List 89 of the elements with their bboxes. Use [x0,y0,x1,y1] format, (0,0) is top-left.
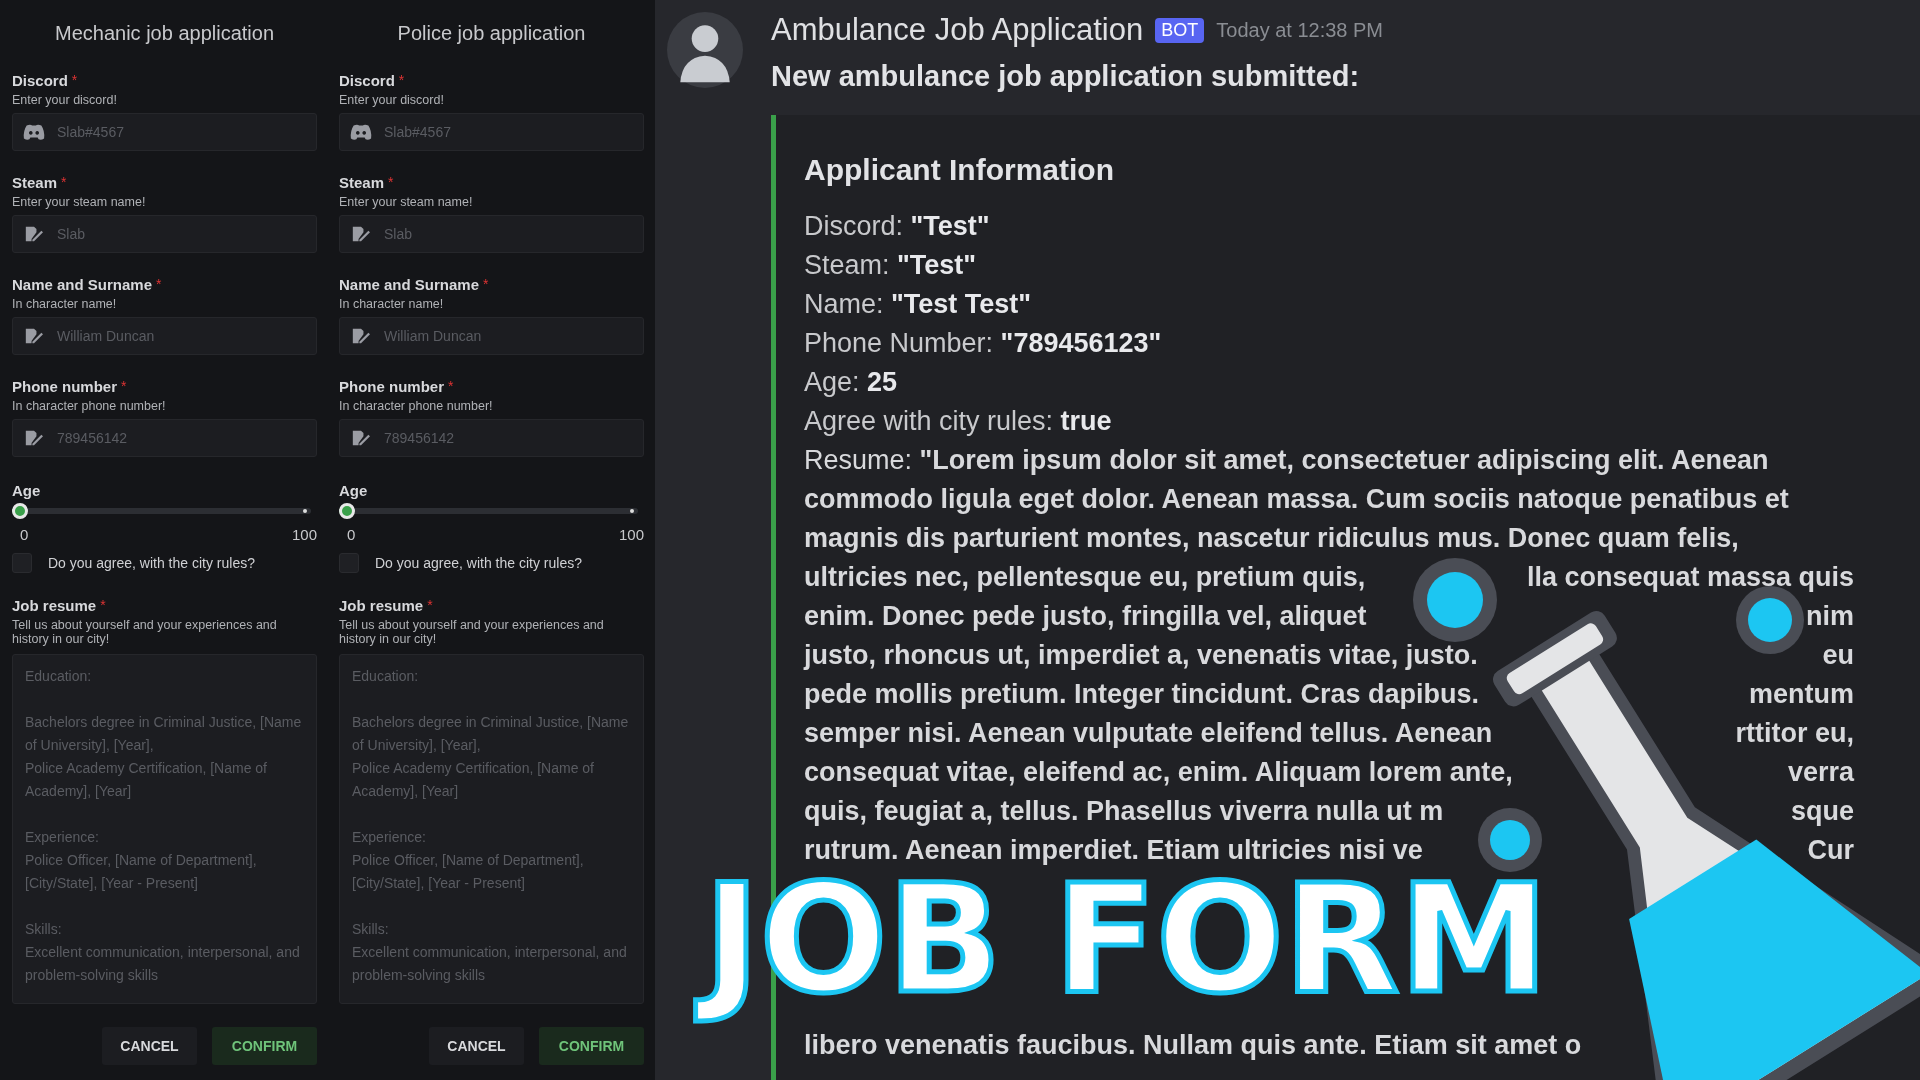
resume-text: rttitor eu, [1735,717,1854,750]
resume-text: verra [1787,756,1854,789]
age-slider[interactable] [12,503,311,519]
resume-text: lla consequat massa quis [1526,561,1854,594]
cancel-button[interactable]: CANCEL [102,1027,197,1065]
field-label: Name and Surname [12,276,153,293]
field-hint: Tell us about yourself and your experiences and history in our city! [339,618,605,646]
author-name: Ambulance Job Application [771,12,1144,48]
required-mark: * [121,378,127,395]
required-mark: * [100,597,106,614]
resume-text: Cur [1807,834,1854,867]
embed-field: Age: 25 [804,363,1920,402]
slider-label: Age [339,482,369,499]
resume-text: consequat vitae, eleifend ac, enim. Aliquam lorem ante, [804,756,1513,789]
embed-title: Applicant Information [804,153,1115,187]
field-hint: Enter your steam name! [339,195,474,209]
confirm-button[interactable]: CONFIRM [212,1027,317,1065]
cancel-button[interactable]: CANCEL [429,1027,524,1065]
form-title: Mechanic job application [54,21,275,46]
field-hint: In character phone number! [339,399,494,413]
resume-text: justo, rhoncus ut, imperdiet a, venenatis vitae, justo. [804,639,1478,672]
message-text: New ambulance job application submitted: [771,60,1361,93]
slider-thumb[interactable] [339,503,355,519]
resume-textarea[interactable]: Education: Bachelors degree in Criminal Justice, [Name of University], [Year], Police Academy Certification, [Name of Academy], [Year] Experience: Police Officer, [Name of Department], [City/State], [Year - Present] Skills: Excellent communication, interpersonal, and problem-solving skills [339,654,644,1004]
required-mark: * [61,174,67,191]
slider-label: Age [12,482,42,499]
field-hint: Enter your steam name! [12,195,147,209]
slider-thumb[interactable] [12,503,28,519]
field-label: Phone number [339,378,444,395]
embed-field: Phone Number: "789456123" [804,324,1920,363]
resume-text: pede mollis pretium. Integer tincidunt. Cras dapibus. [804,678,1480,711]
required-mark: * [71,72,78,89]
resume-text: commodo ligula eget dolor. Aenean massa. Cum sociis natoque penatibus et [804,483,1789,516]
required-mark: * [156,276,162,293]
field-label: Discord [339,72,395,89]
age-slider[interactable] [339,503,638,519]
embed-field: Steam: "Test" [804,246,1920,285]
checkbox-label: Do you agree, with the city rules? [48,555,255,571]
resume-text: libero venenatis faucibus. Nullam quis ante. Etiam sit amet o [804,1029,1582,1062]
form-title: Police job application [396,21,587,46]
field-hint: Enter your discord! [12,93,118,107]
resume-text: mentum [1749,678,1854,711]
resume-text: quis, feugiat a, tellus. Phasellus viverra nulla ut m [804,795,1444,828]
embed-field: Name: "Test Test" [804,285,1920,324]
required-mark: * [427,597,433,614]
input-field[interactable]: Slab [339,215,644,253]
confirm-button[interactable]: CONFIRM [539,1027,644,1065]
resume-text: ultricies nec, pellentesque eu, pretium quis, [804,561,1366,594]
required-mark: * [398,72,405,89]
resume-text: nim [1806,600,1854,633]
resume-textarea[interactable]: Education: Bachelors degree in Criminal Justice, [Name of University], [Year], Police Academy Certification, [Name of Academy], [Year] Experience: Police Officer, [Name of Department], [City/State], [Year - Present] Skills: Excellent communication, interpersonal, and problem-solving skills [12,654,317,1004]
field-hint: In character name! [339,297,445,311]
required-mark: * [448,378,454,395]
field-hint: Enter your discord! [339,93,445,107]
required-mark: * [388,174,394,191]
bot-tag: BOT [1155,17,1205,43]
timestamp: Today at 12:38 PM [1216,18,1384,42]
embed-field: Agree with city rules: true [804,402,1920,441]
field-label: Phone number [12,378,117,395]
field-label: Steam [339,174,385,191]
input-field[interactable]: Slab [12,215,317,253]
input-field[interactable]: Slab#4567 [339,113,644,151]
field-label: Job resume [12,597,97,614]
slider-max: 100 [291,526,317,543]
resume-text: magnis dis parturient montes, nascetur ridiculus mus. Donec quam felis, [804,522,1739,555]
slider-min: 0 [20,526,29,543]
field-label: Name and Surname [339,276,480,293]
field-hint: In character name! [12,297,118,311]
input-field[interactable]: William Duncan [339,317,644,355]
field-label: Steam [12,174,58,191]
slider-min: 0 [347,526,356,543]
input-field[interactable]: 789456142 [339,419,644,457]
field-hint: In character phone number! [12,399,167,413]
field-label: Job resume [339,597,424,614]
input-field[interactable]: Slab#4567 [12,113,317,151]
resume-text: enim. Donec pede justo, fringilla vel, aliquet [804,600,1367,633]
resume-text: Resume: "Lorem ipsum dolor sit amet, consectetuer adipiscing elit. Aenean [804,444,1769,477]
resume-text: sque [1790,795,1854,828]
embed-field: Discord: "Test" [804,207,1920,246]
avatar-icon [667,12,743,88]
field-hint: Tell us about yourself and your experiences and history in our city! [12,618,278,646]
input-field[interactable]: 789456142 [12,419,317,457]
input-field[interactable]: William Duncan [12,317,317,355]
required-mark: * [483,276,489,293]
slider-max: 100 [618,526,644,543]
resume-text: semper nisi. Aenean vulputate eleifend tellus. Aenean [804,717,1493,750]
resume-text: eu [1822,639,1854,672]
checkbox-label: Do you agree, with the city rules? [375,555,582,571]
field-label: Discord [12,72,68,89]
